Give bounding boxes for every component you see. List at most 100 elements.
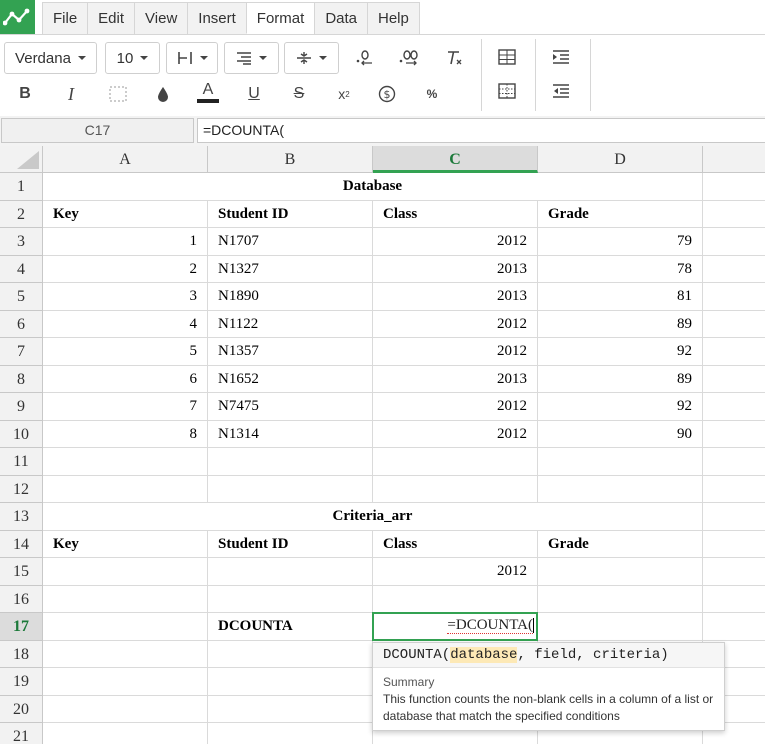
row-header-19[interactable]: 19	[0, 668, 43, 696]
cell-a12[interactable]	[43, 475, 208, 503]
cell-b12[interactable]	[208, 475, 373, 503]
row-header-8[interactable]: 8	[0, 365, 43, 393]
cell-d10[interactable]: 90	[538, 420, 703, 448]
cell-c3[interactable]: 2012	[373, 228, 538, 256]
cell-e15[interactable]	[703, 558, 765, 586]
italic-icon[interactable]: I	[58, 81, 84, 107]
cell-b11[interactable]	[208, 448, 373, 476]
formula-input[interactable]: =DCOUNTA(	[197, 118, 765, 143]
row-header-7[interactable]: 7	[0, 338, 43, 366]
row-header-6[interactable]: 6	[0, 310, 43, 338]
cell-a11[interactable]	[43, 448, 208, 476]
row-header-12[interactable]: 12	[0, 475, 43, 503]
cell-c15[interactable]: 2012	[373, 558, 538, 586]
cell-b9[interactable]: N7475	[208, 393, 373, 421]
cell-c5[interactable]: 2013	[373, 283, 538, 311]
cell-e10[interactable]	[703, 421, 765, 448]
cell-a8[interactable]: 6	[43, 365, 208, 393]
cell-c16[interactable]	[373, 585, 538, 613]
clear-format-icon[interactable]	[441, 45, 467, 71]
cell-d15[interactable]	[538, 558, 703, 586]
cell-d8[interactable]: 89	[538, 365, 703, 393]
menu-tab-file[interactable]: File	[42, 2, 89, 34]
increase-decimal-icon[interactable]	[396, 45, 422, 71]
row-header-2[interactable]: 2	[0, 200, 43, 228]
underline-icon[interactable]: U	[241, 81, 267, 107]
cell-b8[interactable]: N1652	[208, 365, 373, 393]
vertical-align-button[interactable]	[284, 42, 339, 74]
column-header-c[interactable]: C	[373, 146, 538, 173]
merge-cells-icon[interactable]	[105, 81, 131, 107]
cell-d14[interactable]: Grade	[538, 530, 703, 558]
cell-c10[interactable]: 2012	[373, 420, 538, 448]
row-header-11[interactable]: 11	[0, 448, 43, 476]
cell-a15[interactable]	[43, 558, 208, 586]
cell-e2[interactable]	[703, 201, 765, 228]
row-header-18[interactable]: 18	[0, 640, 43, 668]
row-header-13[interactable]: 13	[0, 503, 43, 531]
cell-b20[interactable]	[208, 695, 373, 723]
cell-b2[interactable]: Student ID	[208, 200, 373, 228]
cell-d6[interactable]: 89	[538, 310, 703, 338]
cell-a19[interactable]	[43, 668, 208, 696]
cell-b16[interactable]	[208, 585, 373, 613]
row-header-1[interactable]: 1	[0, 173, 43, 201]
cell-b17[interactable]: DCOUNTA	[208, 613, 373, 641]
superscript-icon[interactable]: x2	[331, 81, 357, 107]
cell-e9[interactable]	[703, 393, 765, 421]
cell-b18[interactable]	[208, 640, 373, 668]
cell-e12[interactable]	[703, 476, 765, 503]
menu-tab-help[interactable]: Help	[367, 2, 420, 34]
percent-format-icon[interactable]: %	[419, 81, 445, 107]
cell-a10[interactable]: 8	[43, 420, 208, 448]
menu-tab-view[interactable]: View	[134, 2, 189, 34]
merged-title-cell[interactable]: Database	[43, 173, 703, 201]
cell-b15[interactable]	[208, 558, 373, 586]
row-header-20[interactable]: 20	[0, 695, 43, 723]
border-outer-icon[interactable]	[494, 78, 520, 104]
cell-a9[interactable]: 7	[43, 393, 208, 421]
column-header-a[interactable]: A	[43, 146, 208, 173]
cell-d2[interactable]: Grade	[538, 200, 703, 228]
menu-tab-format[interactable]: Format	[245, 2, 316, 34]
cell-e3[interactable]	[703, 228, 765, 256]
cell-e14[interactable]	[703, 531, 765, 558]
cell-b21[interactable]	[208, 723, 373, 744]
column-header-b[interactable]: B	[208, 146, 373, 173]
cell-d17[interactable]	[538, 613, 703, 641]
cell-a4[interactable]: 2	[43, 255, 208, 283]
font-size-select[interactable]: 10	[105, 42, 160, 74]
cell-b5[interactable]: N1890	[208, 283, 373, 311]
cell-e16[interactable]	[703, 586, 765, 613]
cell-d7[interactable]: 92	[538, 338, 703, 366]
cell-e8[interactable]	[703, 366, 765, 393]
cell-d11[interactable]	[538, 448, 703, 476]
cell-e7[interactable]	[703, 338, 765, 366]
cell-e5[interactable]	[703, 283, 765, 311]
cell-e17[interactable]	[703, 613, 765, 641]
bold-icon[interactable]: B	[12, 81, 38, 107]
cell-b3[interactable]: N1707	[208, 228, 373, 256]
horizontal-align-button[interactable]	[166, 42, 218, 74]
row-header-10[interactable]: 10	[0, 420, 43, 448]
cell-d12[interactable]	[538, 475, 703, 503]
indent-increase-icon[interactable]	[548, 44, 574, 70]
text-color-icon[interactable]: A	[195, 79, 221, 105]
border-all-icon[interactable]	[494, 44, 520, 70]
indent-decrease-icon[interactable]	[548, 78, 574, 104]
column-header-e[interactable]	[703, 146, 765, 173]
text-align-button[interactable]	[224, 42, 279, 74]
cell-e6[interactable]	[703, 311, 765, 338]
cell-b10[interactable]: N1314	[208, 420, 373, 448]
cell-a17[interactable]	[43, 613, 208, 641]
cell-e4[interactable]	[703, 256, 765, 283]
cell-d9[interactable]: 92	[538, 393, 703, 421]
cell-a14[interactable]: Key	[43, 530, 208, 558]
row-header-17[interactable]: 17	[0, 613, 43, 641]
cell-e13[interactable]	[703, 503, 765, 531]
decrease-decimal-icon[interactable]	[351, 45, 377, 71]
font-family-select[interactable]: Verdana	[4, 42, 97, 74]
cell-a7[interactable]: 5	[43, 338, 208, 366]
row-header-14[interactable]: 14	[0, 530, 43, 558]
menu-tab-insert[interactable]: Insert	[187, 2, 247, 34]
